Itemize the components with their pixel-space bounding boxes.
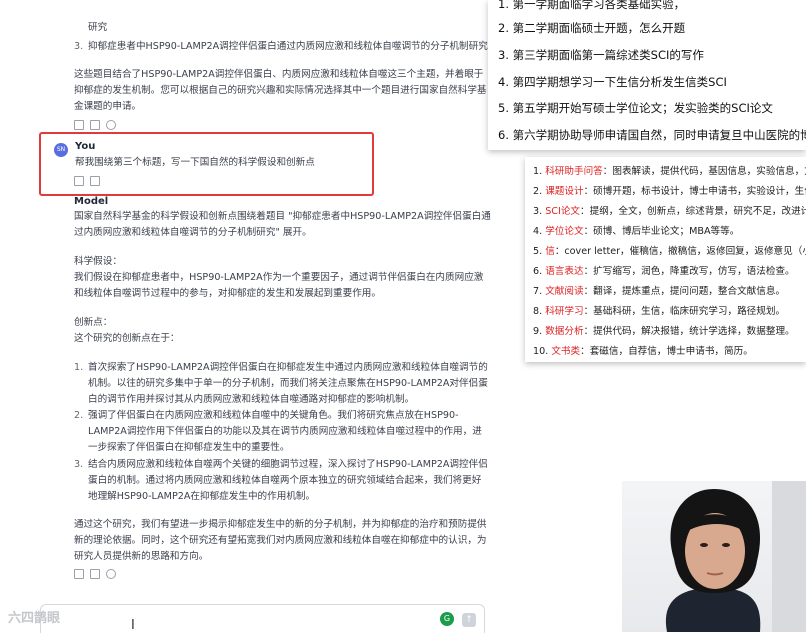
regenerate-icon[interactable] <box>106 120 116 130</box>
service-item: 3. SCI论文：提纲，全文，创新点，综述背景，研究不足，改进计 <box>533 206 806 217</box>
plan-num: 6. <box>498 128 509 142</box>
copy-icon[interactable] <box>90 569 100 579</box>
message-actions <box>74 120 116 130</box>
conclusion-line: 研究人员提供新的思路和方向。 <box>74 551 209 562</box>
plan-text: 第六学期协助导师申请国自然，同时申请复旦中山医院的博士 <box>512 128 806 142</box>
conclusion-line: 新的理论依据。同时，这个研究还有望拓宽我们对内质网应激和线粒体自噬在抑郁症中的认… <box>74 535 487 546</box>
plan-item: 4. 第四学期想学习一下生信分析发生信类SCI <box>498 74 727 90</box>
plan-num: 3. <box>498 48 509 62</box>
service-item: 2. 课题设计：硕博开题，标书设计，博士申请书，实验设计，生信 <box>533 186 806 197</box>
model-intro-line: 过内质网应激和线粒体自噬调节的分子机制研究" 展开。 <box>74 227 312 238</box>
conclusion-line: 通过这个研究，我们有望进一步揭示抑郁症发生中的新的分子机制，并为抑郁症的治疗和预… <box>74 519 487 530</box>
service-item: 10. 文书类：套磁信，自荐信，博士申请书，简历。 <box>533 346 753 357</box>
service-item: 4. 学位论文：硕博、博后毕业论文；MBA等等。 <box>533 226 740 237</box>
innovation-line: 地理解HSP90-LAMP2A在抑郁症发生中的作用机制。 <box>88 491 316 502</box>
plan-text: 第二学期面临硕士开题，怎么开题 <box>512 21 686 35</box>
service-item: 6. 语言表达：扩写缩写，润色，降重改写，仿写，语法检查。 <box>533 266 795 277</box>
service-item: 7. 文献阅读：翻译，提炼重点，提问问题，整合文献信息。 <box>533 286 786 297</box>
plan-item: 6. 第六学期协助导师申请国自然，同时申请复旦中山医院的博士 <box>498 127 806 143</box>
plan-num: 4. <box>498 75 509 89</box>
webcam-overlay <box>622 481 806 632</box>
model-message-actions <box>74 569 116 579</box>
item-number: 3. <box>74 459 84 470</box>
innovation-item-1: 1. 首次探索了HSP90-LAMP2A调控伴侣蛋白在抑郁症发生中通过内质网应激和… <box>74 360 488 376</box>
hypothesis-title: 科学假设： <box>74 256 122 267</box>
chat-input[interactable]: G ↑ <box>40 604 485 633</box>
user-message-actions <box>74 176 100 186</box>
hypothesis-line: 和线粒体自噬调节过程中的参与，对抑郁症的发生和发展起到重要作用。 <box>74 288 381 299</box>
innovation-item-3: 3. 结合内质网应激和线粒体自噬两个关键的细胞调节过程，深入探讨了HSP90-LA… <box>74 457 488 473</box>
plan-item: 1. 第一学期面临学习各类基础实验， <box>498 0 685 12</box>
innovation-line: LAMP2A调控作用下伴侣蛋白的功能以及其在调节内质网应激和线粒体自噬过程中的作… <box>88 426 482 437</box>
innovation-line: 强调了伴侣蛋白在内质网应激和线粒体自噬中的关键角色。我们将研究焦点放在HSP90… <box>88 410 459 421</box>
plan-text: 第四学期想学习一下生信分析发生信类SCI <box>512 75 727 89</box>
service-item: 5. 信：cover letter，催稿信，撤稿信，返修回复，返修意见（小 <box>533 246 806 257</box>
prev-summary-line: 抑郁症的发生机制。您可以根据自己的研究兴趣和实际情况选择其中一个题目进行国家自然… <box>74 85 487 96</box>
service-item: 1. 科研助手问答：图表解读，提供代码，基因信息，实验信息，文 <box>533 166 806 177</box>
plan-item: 5. 第五学期开始写硕士学位论文；发实验类的SCI论文 <box>498 100 773 116</box>
prev-summary-line: 金课题的申请。 <box>74 101 142 112</box>
plan-num: 2. <box>498 21 509 35</box>
plan-text: 第一学期面临学习各类基础实验， <box>512 0 686 11</box>
send-button[interactable]: ↑ <box>462 613 476 627</box>
prev-item-number: 3. <box>74 41 84 52</box>
copy-icon[interactable] <box>90 120 100 130</box>
copy-icon[interactable] <box>90 176 100 186</box>
service-item: 9. 数据分析：提供代码，解决报错，统计学选择，数据整理。 <box>533 326 795 337</box>
text-cursor-icon: I <box>131 618 135 633</box>
model-intro-line: 国家自然科学基金的科学假设和创新点围绕着题目 "抑郁症患者中HSP90-LAMP… <box>74 211 491 222</box>
edit-icon[interactable] <box>74 176 84 186</box>
innovation-line: 机制。以往的研究多集中于单一的分子机制，而我们将关注点聚焦在HSP90-LAMP… <box>88 378 488 389</box>
service-item: 8. 科研学习：基础科研，生信，临床研究学习，路径规划。 <box>533 306 786 317</box>
innovation-line: 蛋白的机制。通过将内质网应激和线粒体自噬两个原本独立的研究领域结合起来，我们将更… <box>88 475 482 486</box>
chat-panel: 研究 3. 抑郁症患者中HSP90-LAMP2A调控伴侣蛋白通过内质网应激和线粒体… <box>0 0 491 633</box>
innovation-line: 首次探索了HSP90-LAMP2A调控伴侣蛋白在抑郁症发生中通过内质网应激和线粒… <box>88 362 488 373</box>
plan-text: 第五学期开始写硕士学位论文；发实验类的SCI论文 <box>512 101 773 115</box>
innovation-item-2: 2. 强调了伴侣蛋白在内质网应激和线粒体自噬中的关键角色。我们将研究焦点放在HSP… <box>74 408 459 424</box>
item-number: 2. <box>74 410 84 421</box>
innovation-line: 白的调节作用并探讨其从内质网应激和线粒体自噬通路对抑郁症的影响机制。 <box>88 394 415 405</box>
plan-text: 第三学期面临第一篇综述类SCI的写作 <box>512 48 704 62</box>
user-avatar: SN <box>54 143 68 157</box>
edit-icon[interactable] <box>74 120 84 130</box>
service-list-panel: 1. 科研助手问答：图表解读，提供代码，基因信息，实验信息，文 2. 课题设计：… <box>525 157 806 362</box>
item-number: 1. <box>74 362 84 373</box>
innovation-line: 结合内质网应激和线粒体自噬两个关键的细胞调节过程，深入探讨了HSP90-LAMP… <box>88 459 488 470</box>
plan-num: 1. <box>498 0 509 11</box>
prev-item-3: 3. 抑郁症患者中HSP90-LAMP2A调控伴侣蛋白通过内质网应激和线粒体自噬调… <box>74 39 488 55</box>
innovation-intro: 这个研究的创新点在于： <box>74 333 180 344</box>
user-label: You <box>75 141 96 152</box>
regenerate-icon[interactable] <box>106 569 116 579</box>
prev-item-continuation: 研究 <box>88 22 108 33</box>
plan-item: 2. 第二学期面临硕士开题，怎么开题 <box>498 20 685 36</box>
semester-plan-panel: 1. 第一学期面临学习各类基础实验， 2. 第二学期面临硕士开题，怎么开题 3.… <box>488 0 806 150</box>
prev-item-text: 抑郁症患者中HSP90-LAMP2A调控伴侣蛋白通过内质网应激和线粒体自噬调节的… <box>88 41 488 52</box>
hypothesis-line: 我们假设在抑郁症患者中，HSP90-LAMP2A作为一个重要因子，通过调节伴侣蛋… <box>74 272 484 283</box>
plan-num: 5. <box>498 101 509 115</box>
user-message: 帮我围绕第三个标题，写一下国自然的科学假设和创新点 <box>75 157 315 168</box>
model-label: Model <box>74 196 109 207</box>
innovation-title: 创新点： <box>74 317 113 328</box>
grammarly-icon[interactable]: G <box>440 612 454 626</box>
edit-icon[interactable] <box>74 569 84 579</box>
watermark: 六四鹊眼 <box>8 611 61 626</box>
innovation-line: 一步探索了伴侣蛋白在抑郁症发生中的重要性。 <box>88 442 290 453</box>
presenter-silhouette <box>665 481 806 632</box>
plan-item: 3. 第三学期面临第一篇综述类SCI的写作 <box>498 47 704 63</box>
prev-summary-line: 这些题目结合了HSP90-LAMP2A调控伴侣蛋白、内质网应激和线粒体自噬这三个… <box>74 69 484 80</box>
